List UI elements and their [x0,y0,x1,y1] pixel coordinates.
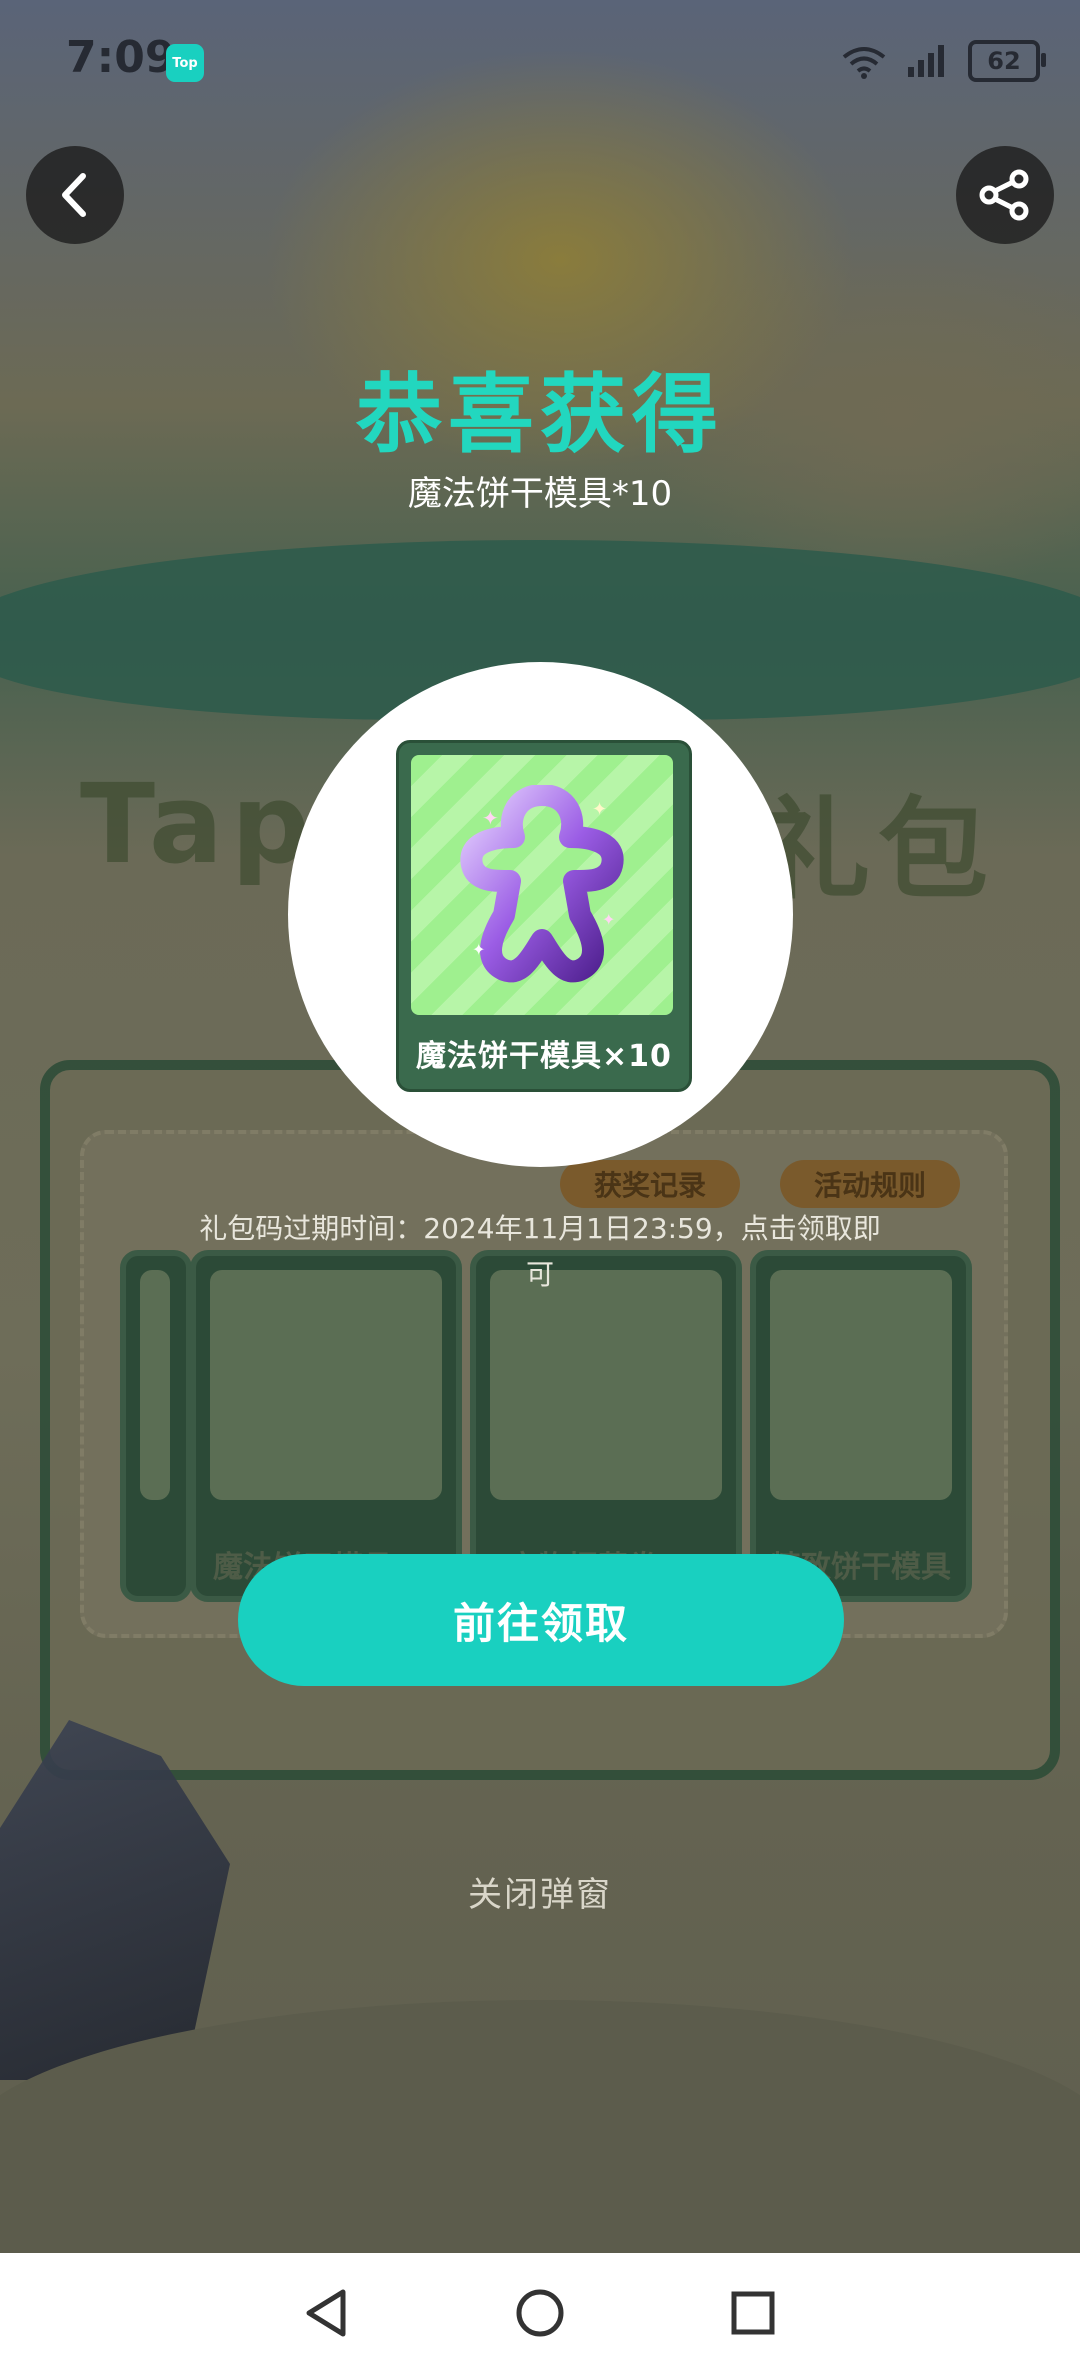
nav-recent-button[interactable] [723,2283,783,2343]
circle-home-icon [516,2289,564,2337]
status-time: 7:09 [66,32,176,83]
svg-text:✦: ✦ [592,799,607,820]
claim-button[interactable]: 前往领取 [238,1554,844,1686]
signal-icon [908,45,944,77]
background-card: 宝物招募卷×1 [470,1250,742,1602]
gift-code-expiry-text: 礼包码过期时间：2024年11月1日23:59，点击领取即可 [199,1212,881,1291]
triangle-back-icon [306,2289,346,2337]
svg-text:✦: ✦ [482,806,499,830]
background-tab-records: 获奖记录 [560,1160,740,1208]
background-card-partial [120,1250,192,1602]
popup-title: 恭喜获得 [356,365,724,465]
chevron-left-icon [62,173,86,217]
share-button[interactable] [956,146,1054,244]
wifi-icon [842,47,886,79]
share-icon [979,169,1029,221]
svg-text:✦: ✦ [472,940,485,959]
back-button[interactable] [26,146,124,244]
background-card: 魔法饼干模具×1 [190,1250,462,1602]
reward-item-card: ✦ ✦ ✦ ✦ 魔法饼干模具×10 [396,740,692,1092]
nav-home-button[interactable] [510,2283,570,2343]
reward-item-name: 魔法饼干模具*10 [407,474,673,514]
background-banner-right: 礼包 [760,786,996,914]
navigation-bar [0,2253,1080,2373]
cookie-mold-icon: ✦ ✦ ✦ ✦ [460,785,624,983]
background-card: 精致饼干模具 [750,1250,972,1602]
status-bar: 7:09 Top 62 [0,0,1080,120]
reward-card-label: 魔法饼干模具×10 [416,1039,672,1074]
background-cloud [0,2000,1080,2253]
square-recent-icon [731,2291,775,2335]
close-popup-button[interactable]: 关闭弹窗 [340,1846,740,1936]
battery-indicator: 62 [968,40,1046,82]
background-banner-left: Tap [80,760,318,888]
reward-item-image: ✦ ✦ ✦ ✦ [411,755,673,1015]
background-tab-rules: 活动规则 [780,1160,960,1208]
taptap-notification-icon: Top [166,44,204,82]
nav-back-button[interactable] [297,2283,357,2343]
svg-text:✦: ✦ [602,910,615,929]
